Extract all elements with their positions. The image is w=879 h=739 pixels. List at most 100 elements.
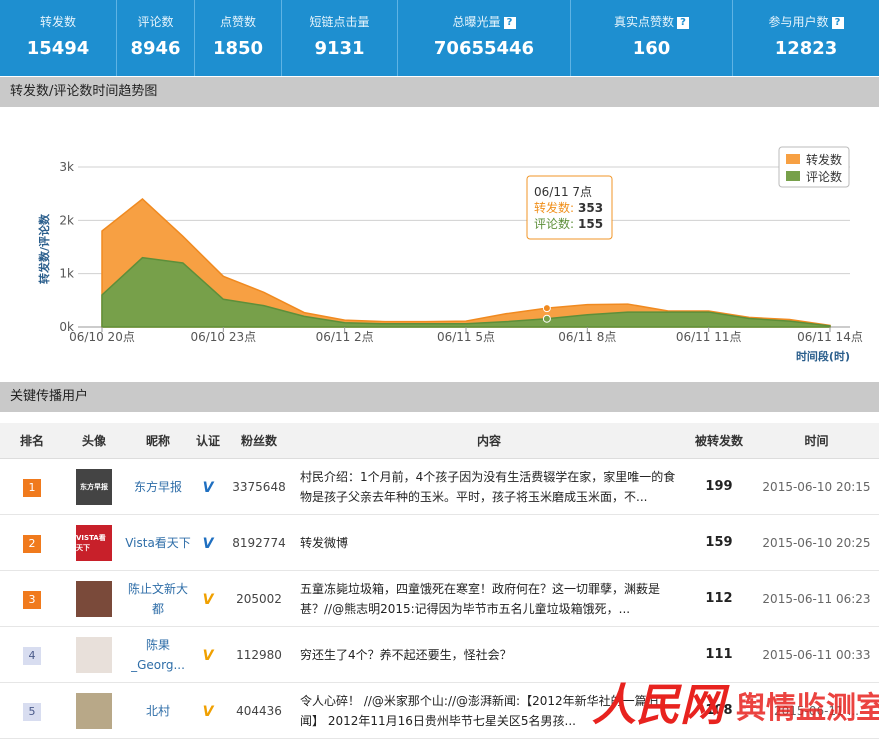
rank-badge: 3 xyxy=(23,591,41,609)
stat-reposts: 转发数 15494 xyxy=(0,0,117,76)
x-tick-label: 06/11 5点 xyxy=(437,330,495,344)
col-verify: 认证 xyxy=(195,434,220,448)
users-section-title: 关键传播用户 xyxy=(0,382,879,412)
help-icon[interactable]: ? xyxy=(677,17,689,29)
x-tick-label: 06/11 2点 xyxy=(316,330,374,344)
stat-label: 评论数 xyxy=(137,15,174,29)
y-tick-label: 2k xyxy=(59,213,74,227)
avatar[interactable] xyxy=(76,692,112,729)
post-content[interactable]: 穷还生了4个？养不起还要生，怪社会？ xyxy=(294,645,684,665)
tooltip-title: 06/11 7点 xyxy=(534,185,592,199)
fans-count: 112980 xyxy=(236,647,282,662)
stat-label: 参与用户数 xyxy=(768,15,829,29)
chart-legend: 转发数 评论数 xyxy=(778,146,850,188)
rank-badge: 1 xyxy=(23,479,41,497)
repost-count: 199 xyxy=(705,479,733,494)
verified-icon: V xyxy=(202,480,214,496)
y-axis-label: 转发数/评论数 xyxy=(37,213,51,284)
help-icon[interactable]: ? xyxy=(831,17,844,29)
stat-label: 转发数 xyxy=(39,15,76,29)
x-axis-label: 时间段(时) xyxy=(796,349,850,363)
stat-value: 9131 xyxy=(314,38,365,59)
user-nickname-link[interactable]: 东方早报 xyxy=(124,477,192,497)
rank-badge: 2 xyxy=(23,535,41,553)
avatar[interactable]: 东方早报 xyxy=(76,468,112,505)
post-content[interactable]: 转发微博 xyxy=(294,533,684,553)
user-nickname-link[interactable]: 陈果_Georg... xyxy=(124,635,192,675)
y-tick-label: 1k xyxy=(59,267,74,281)
post-time: 2015-06-11 06:23 xyxy=(762,591,871,606)
fans-count: 404436 xyxy=(236,703,282,718)
post-time: 2015-06-10 20:15 xyxy=(762,479,871,494)
avatar[interactable]: VISTA看天下 xyxy=(76,524,112,561)
col-content: 内容 xyxy=(476,434,501,448)
col-rank[interactable]: 排名 xyxy=(0,423,64,458)
stat-value: 160 xyxy=(632,38,671,59)
hover-point-marker xyxy=(542,314,551,323)
col-avatar: 头像 xyxy=(81,434,106,448)
x-tick-label: 06/10 23点 xyxy=(190,330,256,344)
stat-label: 总曝光量 xyxy=(452,15,501,29)
table-row: 3 陈止文新大都 V 205002 五童冻毙垃圾箱，四童饿死在寒室！政府何在？这一切罪孽… xyxy=(0,571,879,627)
stat-comments: 评论数 8946 xyxy=(117,0,195,76)
stat-real-likes: 真实点赞数? 160 xyxy=(571,0,733,76)
trend-chart: 0k 1k 2k 3k 06/10 20点 06/10 23点 06/11 2点 06/11 … xyxy=(0,107,879,377)
stat-value: 15494 xyxy=(26,38,90,59)
stat-label: 短链点击量 xyxy=(309,15,370,29)
rank-cell: 5 xyxy=(0,700,64,721)
user-nickname-link[interactable]: 北村 xyxy=(124,701,192,721)
verified-icon: V xyxy=(202,536,214,552)
table-row: 2 VISTA看天下 Vista看天下 V 8192774 转发微博 159 2015-06-… xyxy=(0,515,879,571)
watermark-caption: 舆情监测室 xyxy=(736,691,879,726)
watermark-logo: 人民网 xyxy=(592,680,730,731)
watermark: 人民网 舆情监测室 xyxy=(592,680,879,731)
trend-chart-svg: 0k1k2k3k06/10 20点 06/10 23点 06/11 2点 06/11 … xyxy=(37,146,863,363)
col-time[interactable]: 时间 xyxy=(754,423,879,458)
stat-value: 8946 xyxy=(130,38,181,59)
y-tick-label: 3k xyxy=(59,160,74,174)
user-nickname-link[interactable]: 陈止文新大都 xyxy=(124,579,192,619)
col-nick: 昵称 xyxy=(145,434,170,448)
repost-count: 111 xyxy=(705,647,733,662)
col-fans[interactable]: 粉丝数 xyxy=(224,423,294,458)
user-nickname-link[interactable]: Vista看天下 xyxy=(124,533,192,553)
tooltip-label: 评论数: xyxy=(534,216,574,231)
stat-value: 12823 xyxy=(774,38,838,59)
stat-value: 70655446 xyxy=(433,38,535,59)
x-tick-label: 06/11 14点 xyxy=(797,330,863,344)
col-reposts[interactable]: 被转发数 xyxy=(684,423,754,458)
fans-count: 3375648 xyxy=(232,479,286,494)
table-header: 排名 头像 昵称 认证 粉丝数 内容 被转发数 时间 xyxy=(0,423,879,459)
legend-item[interactable]: 评论数 xyxy=(806,169,842,184)
rank-cell: 2 xyxy=(0,532,64,553)
table-row: 1 东方早报 东方早报 V 3375648 村民介绍：1个月前，4个孩子因为没有生活费辍学… xyxy=(0,459,879,515)
legend-item[interactable]: 转发数 xyxy=(806,152,842,167)
stat-exposure: 总曝光量? 70655446 xyxy=(398,0,571,76)
post-content[interactable]: 五童冻毙垃圾箱，四童饿死在寒室！政府何在？这一切罪孽，渊薮是甚？//@熊志明20… xyxy=(294,579,684,619)
avatar[interactable] xyxy=(76,580,112,617)
trend-section-title: 转发数/评论数时间趋势图 xyxy=(0,77,879,107)
rank-badge: 5 xyxy=(23,703,41,721)
tooltip-value: 155 xyxy=(578,217,603,231)
post-time: 2015-06-10 20:25 xyxy=(762,535,871,550)
legend-swatch xyxy=(786,154,800,164)
post-time: 2015-06-11 00:33 xyxy=(762,647,871,662)
verified-icon: V xyxy=(202,592,214,608)
stat-value: 1850 xyxy=(212,38,264,59)
fans-count: 8192774 xyxy=(232,535,286,550)
verified-icon: V xyxy=(202,704,214,720)
verified-icon: V xyxy=(202,648,214,664)
rank-cell: 4 xyxy=(0,644,64,665)
stat-label: 真实点赞数 xyxy=(613,15,674,29)
rank-badge: 4 xyxy=(23,647,41,665)
chart-tooltip: 06/11 7点 转发数: 353 评论数: 155 xyxy=(526,175,613,240)
post-content[interactable]: 村民介绍：1个月前，4个孩子因为没有生活费辍学在家，家里唯一的食物是孩子父亲去年… xyxy=(294,467,684,507)
stat-users: 参与用户数? 12823 xyxy=(733,0,879,76)
stat-likes: 点赞数 1850 xyxy=(195,0,282,76)
help-icon[interactable]: ? xyxy=(503,17,516,29)
stat-link-clicks: 短链点击量 9131 xyxy=(282,0,398,76)
stat-label: 点赞数 xyxy=(219,15,256,29)
avatar[interactable] xyxy=(76,636,112,673)
repost-count: 112 xyxy=(705,591,733,606)
hover-point-marker xyxy=(542,304,551,313)
